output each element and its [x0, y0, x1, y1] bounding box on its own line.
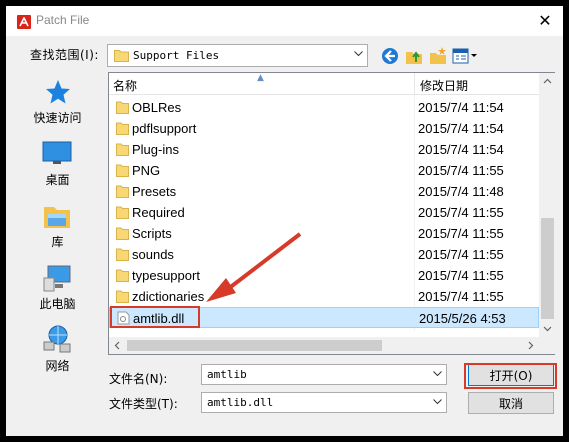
annotation-arrow	[206, 232, 302, 302]
patch-file-dialog: Patch File ✕ 查找范围(I): Support Files 快速访问…	[0, 0, 569, 442]
